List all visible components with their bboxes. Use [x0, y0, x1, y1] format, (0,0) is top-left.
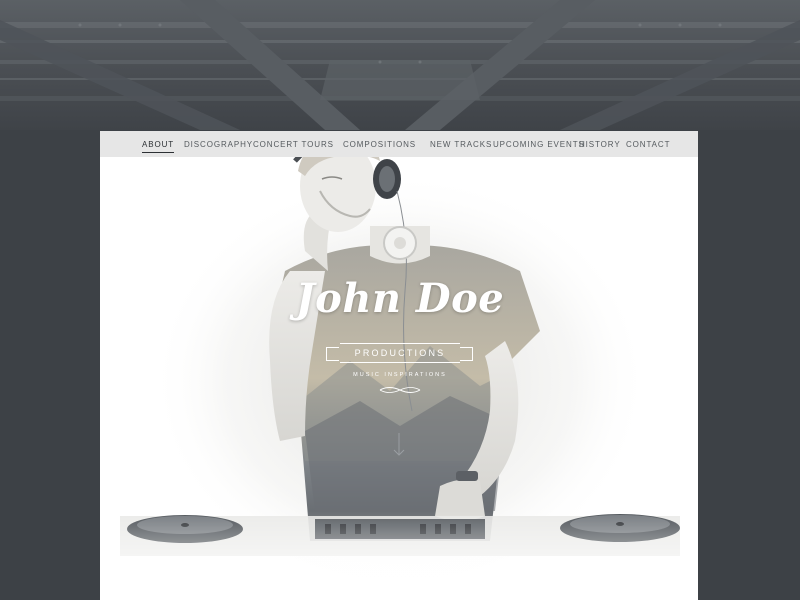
- nav-menu: ABOUT DISCOGRAPHY CONCERT TOURS COMPOSIT…: [100, 131, 698, 157]
- down-arrow-icon[interactable]: [393, 433, 405, 457]
- nav-item-upcoming-events[interactable]: UPCOMING EVENTS: [493, 140, 585, 149]
- logo-script-text: John Doe: [295, 275, 505, 322]
- logo-tagline: MUSIC INSPIRATIONS: [353, 372, 447, 378]
- website-page: ABOUT DISCOGRAPHY CONCERT TOURS COMPOSIT…: [100, 131, 698, 600]
- bridge-structure-graphic: [0, 0, 800, 130]
- nav-item-concert-tours[interactable]: CONCERT TOURS: [253, 140, 334, 149]
- nav-item-history[interactable]: HISTORY: [579, 140, 621, 149]
- background-bridge-image: [0, 0, 800, 130]
- nav-item-contact[interactable]: CONTACT: [626, 140, 670, 149]
- nav-item-discography[interactable]: DISCOGRAPHY: [184, 140, 253, 149]
- navbar: ABOUT DISCOGRAPHY CONCERT TOURS COMPOSIT…: [100, 131, 698, 157]
- logo-ribbon: PRODUCTIONS: [340, 343, 460, 363]
- flourish-ornament-icon: [379, 387, 421, 393]
- nav-item-about[interactable]: ABOUT: [142, 140, 175, 153]
- brand-logo: John Doe PRODUCTIONS MUSIC INSPIRATIONS: [260, 271, 540, 401]
- ribbon-left-tail: [326, 347, 339, 361]
- nav-item-new-tracks[interactable]: NEW TRACKS: [430, 140, 492, 149]
- nav-item-compositions[interactable]: COMPOSITIONS: [343, 140, 416, 149]
- ribbon-right-tail: [460, 347, 473, 361]
